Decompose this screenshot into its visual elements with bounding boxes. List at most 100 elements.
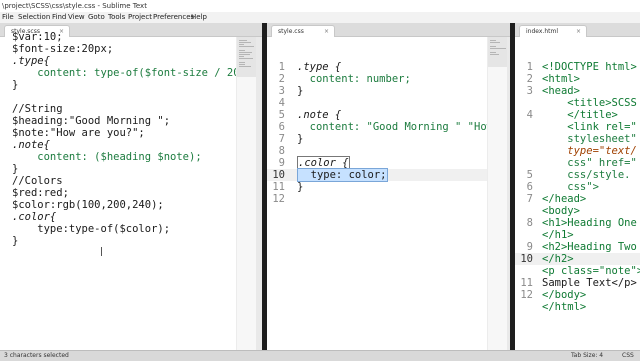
code-line: type="text/ [542, 145, 637, 157]
line-number [515, 157, 533, 169]
code-line: $red:red; [12, 187, 69, 199]
code-line: Sample Text</p> [542, 277, 637, 289]
line-number: 10 [520, 253, 533, 265]
code-line: css/style. [542, 169, 631, 181]
menu-help[interactable]: Help [191, 12, 207, 23]
code-line: .color{ [12, 211, 57, 223]
menu-selection[interactable]: Selection [18, 12, 50, 23]
minimap[interactable] [487, 37, 508, 350]
line-number: 4 [526, 109, 533, 121]
tab-bar: index.html × [515, 23, 640, 37]
code-line: <html> [542, 73, 580, 85]
code-line: $font-size:20px; [12, 43, 114, 55]
code-line: $var:10; [12, 31, 63, 43]
editor-pane-scss: style.scss × $var:10; $font-size:20px; .… [0, 23, 262, 350]
tab-label: index.html [526, 28, 558, 35]
code-line: } [12, 235, 19, 247]
code-line: //String [12, 103, 63, 115]
minimap[interactable] [236, 37, 257, 350]
tab-bar: style.css × [267, 23, 510, 37]
line-number [515, 133, 533, 145]
code-line: .note { [297, 109, 342, 121]
code-line: <head> [542, 85, 580, 97]
code-line: content: ($heading $note); [12, 151, 202, 163]
line-number: 6 [526, 181, 533, 193]
line-number: 8 [526, 217, 533, 229]
menu-file[interactable]: File [2, 12, 14, 23]
window-title: \project\SCSS\css\style.css - Sublime Te… [2, 2, 147, 10]
line-number: 12 [272, 193, 285, 205]
menu-project[interactable]: Project [128, 12, 152, 23]
code-line: $color:rgb(100,200,240); [12, 199, 164, 211]
line-number: 9 [278, 157, 285, 169]
code-line: } [297, 85, 304, 97]
line-number: 2 [278, 73, 285, 85]
tab-style-css[interactable]: style.css × [271, 25, 335, 37]
line-number [515, 121, 533, 133]
line-number [515, 205, 533, 217]
code-line: <link rel=" [542, 121, 637, 133]
code-line: content: number; [297, 73, 411, 85]
line-number: 7 [278, 133, 285, 145]
code-line: </head> [542, 193, 587, 205]
code-line: } [297, 133, 304, 145]
code-line: </body> [542, 289, 587, 301]
code-area[interactable]: 1 2 3 4 5 6 7 8 9 10 11 12 <!DOCTYPE htm… [515, 37, 640, 350]
code-line: <title>SCSS [542, 97, 637, 109]
tab-index-html[interactable]: index.html × [519, 25, 587, 37]
editor-pane-css: style.css × 1 2 3 4 5 6 7 8 9 10 11 12 .… [267, 23, 510, 350]
menu-preferences[interactable]: Preferences [153, 12, 194, 23]
minimap-viewport[interactable] [237, 37, 257, 77]
code-line: .note{ [12, 139, 50, 151]
menu-find[interactable]: Find [52, 12, 66, 23]
code-line: type:type-of($color); [12, 223, 171, 235]
code-line: </h1> [542, 229, 574, 241]
line-number: 2 [526, 73, 533, 85]
line-number: 7 [526, 193, 533, 205]
code-line: $heading:"Good Morning "; [12, 115, 171, 127]
line-number: 8 [278, 145, 285, 157]
mouse-cursor-icon [101, 247, 102, 256]
code-line: } [297, 181, 304, 193]
tab-label: style.css [278, 28, 304, 35]
line-number: 11 [272, 181, 285, 193]
line-number: 4 [278, 97, 285, 109]
line-number: 1 [526, 61, 533, 73]
code-line: </h2> [542, 253, 574, 265]
line-number: 3 [526, 85, 533, 97]
line-number [515, 229, 533, 241]
line-number: 3 [278, 85, 285, 97]
close-icon[interactable]: × [576, 26, 581, 37]
code-line: } [12, 79, 19, 91]
line-number: 9 [526, 241, 533, 253]
code-line: content: type-of($font-size / 20px); [12, 67, 262, 79]
line-number [515, 145, 533, 157]
code-line: //Colors [12, 175, 63, 187]
code-area[interactable]: 1 2 3 4 5 6 7 8 9 10 11 12 .type { conte… [267, 37, 510, 350]
code-line: </title> [542, 109, 618, 121]
code-line: $note:"How are you?"; [12, 127, 145, 139]
code-line: type: color; [297, 168, 388, 182]
code-area[interactable]: $var:10; $font-size:20px; .type{ content… [0, 31, 262, 350]
code-line: .type { [297, 61, 342, 73]
code-line: <body> [542, 205, 580, 217]
line-number: 1 [278, 61, 285, 73]
code-line: css"> [542, 181, 599, 193]
line-number: 10 [272, 169, 285, 181]
code-line: css" href=" [542, 157, 637, 169]
code-line: <!DOCTYPE html> [542, 61, 637, 73]
code-line: } [12, 163, 19, 175]
code-line: stylesheet" [542, 133, 637, 145]
close-icon[interactable]: × [324, 26, 329, 37]
editor-pane-html: index.html × 1 2 3 4 5 6 7 8 9 10 11 12 … [515, 23, 640, 350]
code-line: <h1>Heading One [542, 217, 637, 229]
menu-tools[interactable]: Tools [108, 12, 125, 23]
menu-goto[interactable]: Goto [88, 12, 105, 23]
code-line: .type{ [12, 55, 50, 67]
line-number: 6 [278, 121, 285, 133]
line-number: 12 [520, 289, 533, 301]
menu-view[interactable]: View [68, 12, 85, 23]
